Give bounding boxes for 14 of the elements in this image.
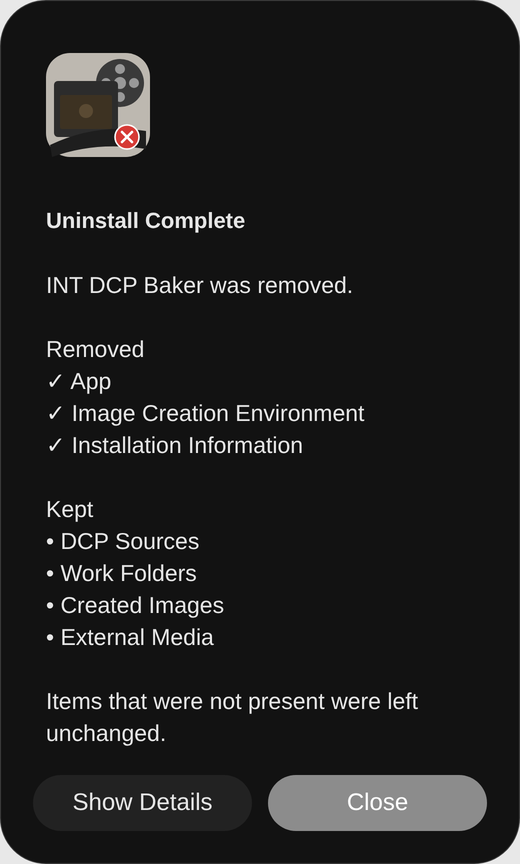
section-heading: Removed xyxy=(46,335,144,364)
details-button[interactable]: Show Details xyxy=(33,775,252,831)
list-item: ✓ App xyxy=(46,367,112,396)
list-item: • Created Images xyxy=(46,591,224,620)
note-text: Items that were not present were left unchanged. xyxy=(46,687,420,748)
section-heading: Kept xyxy=(46,495,94,524)
list-item: • DCP Sources xyxy=(46,527,200,556)
list-item: • Work Folders xyxy=(46,559,197,588)
app-icon xyxy=(46,53,150,157)
dialog-title: Uninstall Complete xyxy=(46,207,246,235)
list-item: ✓ Image Creation Environment xyxy=(46,399,364,428)
list-item: ✓ Installation Information xyxy=(46,431,304,460)
list-item: • External Media xyxy=(46,623,214,652)
message-text: INT DCP Baker was removed. xyxy=(46,271,354,300)
